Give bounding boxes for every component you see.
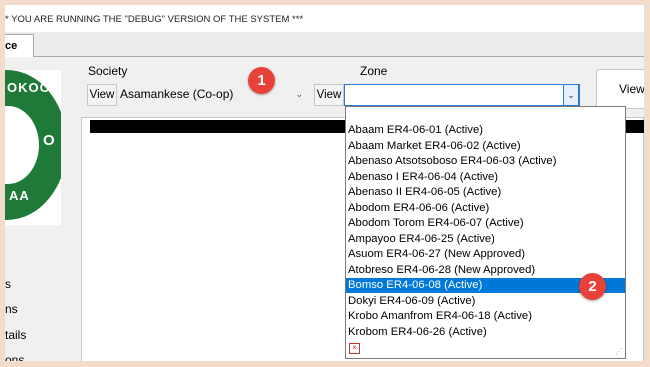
list-item[interactable]: Abodom ER4-06-06 (Active) xyxy=(346,201,625,216)
chevron-down-icon: ⌄ xyxy=(295,89,303,99)
zone-view-button[interactable]: View xyxy=(314,84,344,106)
society-view-button[interactable]: View xyxy=(87,84,117,106)
list-item[interactable]: Abenaso Atsotsoboso ER4-06-03 (Active) xyxy=(346,154,625,169)
list-item[interactable]: Abaam Market ER4-06-02 (Active) xyxy=(346,139,625,154)
zone-label: Zone xyxy=(360,64,388,78)
zone-dropdown-list[interactable]: Abaam ER4-06-01 (Active) Abaam Market ER… xyxy=(345,106,626,359)
resize-grip-icon[interactable]: ⋰ xyxy=(615,347,623,356)
window-frame-right xyxy=(644,0,650,365)
tab-label: ce xyxy=(5,40,18,52)
logo-text-top: OKOO xyxy=(7,80,51,95)
window-frame-bottom xyxy=(0,361,650,365)
view-button[interactable]: View xyxy=(596,69,650,109)
nav-item-1[interactable]: s xyxy=(5,277,11,291)
list-item[interactable]: Abenaso I ER4-06-04 (Active) xyxy=(346,170,625,185)
tab-strip: ce xyxy=(5,32,644,57)
annotation-badge-2: 2 xyxy=(579,273,606,300)
nav-item-2[interactable]: ns xyxy=(5,302,18,316)
list-item[interactable]: Krobo Amanfrom ER4-06-18 (Active) xyxy=(346,309,625,324)
list-item[interactable]: Abenaso II ER4-06-05 (Active) xyxy=(346,185,625,200)
logo-text-bottom: AA xyxy=(9,188,30,203)
society-selected-value: Asamankese (Co-op) xyxy=(120,87,234,101)
debug-banner: * YOU ARE RUNNING THE "DEBUG" VERSION OF… xyxy=(5,14,304,25)
society-label: Society xyxy=(88,64,128,78)
close-icon[interactable]: × xyxy=(349,343,360,354)
list-item[interactable]: Ampayoo ER4-06-25 (Active) xyxy=(346,232,625,247)
header-bar xyxy=(90,120,350,133)
logo-text-mid: O xyxy=(43,132,56,149)
logo: OKOO O AA xyxy=(5,70,61,225)
list-item[interactable]: Krobom ER4-06-26 (Active) xyxy=(346,325,625,340)
list-item[interactable]: Abaam ER4-06-01 (Active) xyxy=(346,123,625,138)
list-item[interactable]: Asuom ER4-06-27 (New Approved) xyxy=(346,247,625,262)
tab-active[interactable]: ce xyxy=(5,34,34,57)
annotation-badge-1: 1 xyxy=(248,67,275,94)
society-select[interactable]: Asamankese (Co-op) ⌄ xyxy=(117,84,307,106)
list-item[interactable]: Abodom Torom ER4-06-07 (Active) xyxy=(346,216,625,231)
nav-item-3[interactable]: tails xyxy=(5,328,26,342)
title-bar: * YOU ARE RUNNING THE "DEBUG" VERSION OF… xyxy=(5,5,644,33)
zone-select[interactable]: ⌄ xyxy=(344,84,580,106)
chevron-down-icon[interactable]: ⌄ xyxy=(563,84,579,106)
window-frame-left xyxy=(0,0,5,365)
